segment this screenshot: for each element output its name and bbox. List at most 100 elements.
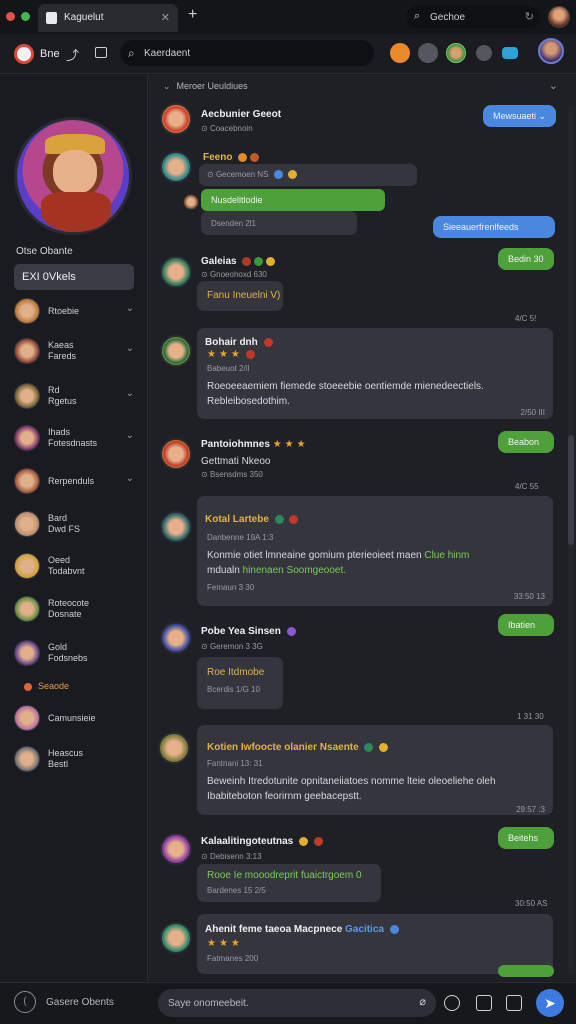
chevron-down-icon[interactable]: ⌄ [126, 430, 134, 441]
window-icon[interactable] [95, 47, 107, 58]
sidebar-item-avatar [14, 640, 40, 666]
message-avatar[interactable] [160, 833, 192, 865]
chevron-down-icon[interactable]: ⌄ [126, 303, 134, 314]
reaction-pill[interactable]: Sieeauerfrenlfeeds [433, 216, 555, 238]
sidebar-item[interactable]: Ihads Fotesdnasts ⌄ [14, 423, 138, 453]
pill-text: Mewsuaeti [493, 111, 537, 121]
sidebar-item[interactable]: Rerpenduls ⌄ [14, 466, 138, 496]
reaction-pill[interactable]: Mewsuaeti ⌄ [483, 105, 557, 127]
sidebar-item[interactable]: Kaeas Fareds ⌄ [14, 336, 138, 366]
sidebar-item-sublabel: Dosnate [48, 609, 82, 619]
close-window-icon[interactable] [6, 12, 15, 21]
reaction-pill[interactable]: Ibatien [498, 614, 554, 636]
message-meta: ⊙ Gecemoen NS [207, 170, 297, 180]
sidebar-item[interactable]: Heascus Bestl [14, 744, 138, 774]
sticker-icon[interactable] [476, 995, 492, 1011]
sidebar-item-sublabel: Todabvnt [48, 566, 85, 576]
message-author: Pobe Yea Sinsen [201, 626, 296, 637]
sidebar-item[interactable]: Roteocote Dosnate [14, 594, 138, 624]
text-highlight: Clue hinm [424, 550, 470, 561]
message-composer[interactable]: ⌀ [158, 989, 436, 1017]
gem-emoji-icon [273, 170, 283, 180]
reaction-pill[interactable]: Bedin 30 [498, 248, 554, 270]
collapse-icon[interactable]: ⌄ [549, 79, 558, 92]
browser-search[interactable]: ⌕ Gechoe ↻ [406, 6, 540, 28]
message-author: Aecbunier Geeot [201, 109, 282, 120]
chevron-down-icon[interactable]: ⌄ [126, 388, 134, 399]
sidebar-item-sublabel: Fotesdnasts [48, 438, 98, 448]
message-avatar[interactable] [160, 256, 192, 288]
sidebar-item[interactable]: Bard Dwd FS [14, 509, 138, 539]
message-avatar[interactable] [160, 622, 192, 654]
message-input[interactable] [168, 993, 408, 1013]
reaction-pill[interactable]: Beitehs [498, 827, 554, 849]
app-name: Bne [40, 48, 60, 60]
new-tab-icon[interactable]: + [188, 6, 197, 24]
message-avatar[interactable] [160, 922, 192, 954]
message-avatar[interactable] [160, 335, 192, 367]
sidebar-item[interactable]: Rd Rgetus ⌄ [14, 381, 138, 411]
notification-icon[interactable] [390, 43, 410, 63]
avatar-body [41, 192, 111, 232]
sidebar-item[interactable]: Gold Fodsnebs [14, 638, 138, 668]
message-meta: Dsenden 2l1 [211, 219, 256, 228]
sidebar-item-sublabel: Dwd FS [48, 524, 81, 534]
message-bubble: Rooe Ie mooodreprit fuaictrgoem 0 Barden… [197, 864, 381, 902]
message-avatar[interactable] [160, 151, 192, 183]
emoji-icon[interactable] [444, 995, 460, 1011]
status-icon[interactable]: ( [14, 991, 36, 1013]
close-tab-icon[interactable]: ✕ [161, 11, 170, 24]
author-text: Kotien Iwfoocte olanier Nsaente [207, 742, 359, 753]
author-tag: Gacitica [345, 924, 384, 935]
send-button[interactable]: ➤ [536, 989, 564, 1017]
message-text: Fanu Ineuelni V) [207, 290, 281, 301]
potion-emoji-icon [286, 626, 296, 636]
profile-avatar[interactable] [14, 117, 132, 235]
gem-emoji-icon [289, 514, 299, 524]
scrollbar-thumb[interactable] [568, 435, 574, 545]
pill-text: Beitehs [508, 833, 539, 843]
app-search-input[interactable]: ⌕ Kaerdaent [120, 40, 374, 66]
refresh-icon[interactable]: ↻ [525, 10, 534, 23]
message-author: Bohair dnh [205, 337, 273, 348]
leaf-emoji-icon [274, 514, 284, 524]
message-meta: Bcerdis 1/G 10 [207, 685, 260, 694]
app-logo-icon[interactable] [14, 44, 34, 64]
message-bubble-green: Nusdelitlodie [201, 189, 385, 211]
share-icon[interactable] [502, 47, 518, 59]
maximize-window-icon[interactable] [21, 12, 30, 21]
browser-tab[interactable]: Kaguelut ✕ [38, 4, 178, 32]
message-avatar[interactable] [160, 438, 192, 470]
message-author: Ahenit feme taeoa Macpnece Gacitica [205, 924, 399, 935]
message-avatar[interactable] [160, 511, 192, 543]
attach-icon[interactable]: ⌀ [419, 995, 426, 1008]
reaction-pill[interactable] [498, 965, 554, 977]
shield-emoji-icon [389, 924, 399, 934]
sidebar-item-avatar [14, 425, 40, 451]
message-avatar[interactable] [158, 732, 190, 764]
message-avatar[interactable] [160, 103, 192, 135]
sidebar-item[interactable]: Camunsieie [14, 703, 138, 733]
pin-icon[interactable]: ⤴ [66, 45, 79, 64]
message-card: Bohair dnh ★★★ Babeuot 2/il Roeoeeaemiem… [197, 328, 553, 419]
sidebar-item-label: Rtoebie [48, 306, 80, 316]
coin-emoji-icon [379, 742, 389, 752]
settings-icon[interactable] [418, 43, 438, 63]
gif-icon[interactable] [506, 995, 522, 1011]
sidebar-status-label: Seaode [24, 681, 69, 691]
reaction-pill[interactable]: Beabon [498, 431, 554, 453]
chevron-down-icon[interactable]: ⌄ [126, 343, 134, 354]
sidebar-active-channel[interactable]: EXI 0Vkels [14, 264, 134, 290]
sidebar-item[interactable]: Rtoebie ⌄ [14, 296, 138, 326]
browser-profile-avatar[interactable] [548, 6, 570, 28]
chevron-down-icon[interactable]: ⌄ [126, 473, 134, 484]
chevron-down-icon[interactable]: ⌄ [163, 81, 171, 91]
game-avatar-icon[interactable] [446, 43, 466, 63]
user-avatar[interactable] [538, 38, 564, 64]
sidebar-item[interactable]: Oeed Todabvnt [14, 551, 138, 581]
message-meta: Danbenne 19A 1:3 [207, 533, 274, 542]
text-highlight: hinenaen Soomgeooet. [242, 565, 347, 576]
avatar-face [53, 150, 97, 194]
help-icon[interactable] [476, 45, 492, 61]
message-meta: Femaun 3 30 [207, 583, 255, 592]
